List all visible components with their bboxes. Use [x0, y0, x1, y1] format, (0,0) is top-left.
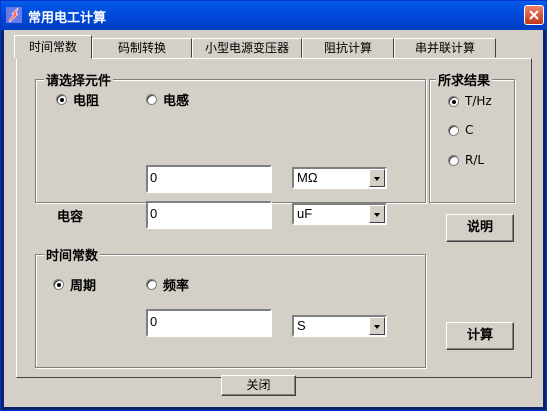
radio-label: 频率: [163, 279, 190, 294]
title-bar[interactable]: 常用电工计算: [1, 1, 546, 30]
tab-impedance[interactable]: 阻抗计算: [302, 38, 394, 58]
radio-dot: [146, 279, 157, 290]
tab-code-conversion[interactable]: 码制转换: [92, 38, 192, 58]
radio-label: R/L: [465, 153, 485, 167]
combo-value: MΩ: [297, 170, 318, 185]
close-icon: [529, 10, 539, 20]
radio-result-c[interactable]: C: [448, 123, 473, 137]
lightning-icon: [6, 7, 22, 23]
dialog-client: 时间常数 码制转换 小型电源变压器 阻抗计算 串并联计算 请选择元件 电阻 电感…: [4, 30, 543, 407]
tab-series-parallel[interactable]: 串并联计算: [394, 38, 496, 58]
tab-label: 串并联计算: [414, 41, 475, 55]
capacitor-label: 电容: [57, 210, 84, 225]
capacitor-unit-select[interactable]: uF: [292, 203, 387, 225]
time-constant-group-title: 时间常数: [44, 245, 101, 264]
app-window: 常用电工计算 时间常数 码制转换 小型电源变压器 阻抗计算 串并联计算 请选择元…: [0, 0, 547, 411]
time-unit-select[interactable]: S: [292, 315, 387, 337]
close-button[interactable]: 关闭: [221, 375, 296, 396]
radio-label: C: [465, 123, 474, 137]
radio-dot: [448, 95, 459, 107]
radio-label: T/Hz: [465, 94, 492, 108]
component-value-input[interactable]: 0: [146, 165, 272, 193]
radio-dot: [448, 154, 459, 166]
tab-label: 码制转换: [117, 41, 166, 55]
radio-label: 周期: [70, 279, 97, 294]
tab-panel: 请选择元件 电阻 电感 0 MΩ 所求结果 T/Hz C R/L 电容 0 uF…: [16, 58, 532, 378]
radio-label: 电阻: [73, 94, 100, 109]
radio-resistor[interactable]: 电阻: [56, 90, 99, 109]
radio-dot: [448, 124, 459, 136]
chevron-down-icon[interactable]: [369, 205, 385, 223]
chevron-down-icon[interactable]: [369, 169, 385, 187]
component-group-title: 请选择元件: [44, 70, 114, 89]
tab-time-constant[interactable]: 时间常数: [14, 35, 92, 59]
radio-period[interactable]: 周期: [53, 275, 96, 294]
time-value-input[interactable]: 0: [146, 309, 272, 337]
tab-label: 时间常数: [28, 40, 77, 54]
combo-value: S: [297, 318, 306, 333]
radio-label: 电感: [163, 94, 190, 109]
tab-label: 阻抗计算: [323, 41, 372, 55]
radio-result-r-l[interactable]: R/L: [448, 153, 484, 167]
window-close-button[interactable]: [524, 5, 544, 25]
combo-value: uF: [297, 206, 313, 221]
tab-power-transformer[interactable]: 小型电源变压器: [192, 38, 302, 58]
calculate-button[interactable]: 计算: [446, 322, 514, 350]
chevron-down-icon[interactable]: [369, 317, 385, 335]
component-unit-select[interactable]: MΩ: [292, 167, 387, 189]
window-title: 常用电工计算: [28, 11, 107, 26]
result-group-title: 所求结果: [436, 70, 493, 89]
radio-dot: [146, 94, 157, 105]
tab-label: 小型电源变压器: [204, 41, 289, 55]
radio-result-t-hz[interactable]: T/Hz: [448, 94, 492, 108]
capacitor-value-input[interactable]: 0: [146, 201, 272, 229]
radio-frequency[interactable]: 频率: [146, 275, 189, 294]
radio-dot: [56, 94, 67, 105]
help-button[interactable]: 说明: [446, 214, 514, 242]
radio-inductor[interactable]: 电感: [146, 90, 189, 109]
radio-dot: [53, 279, 64, 290]
